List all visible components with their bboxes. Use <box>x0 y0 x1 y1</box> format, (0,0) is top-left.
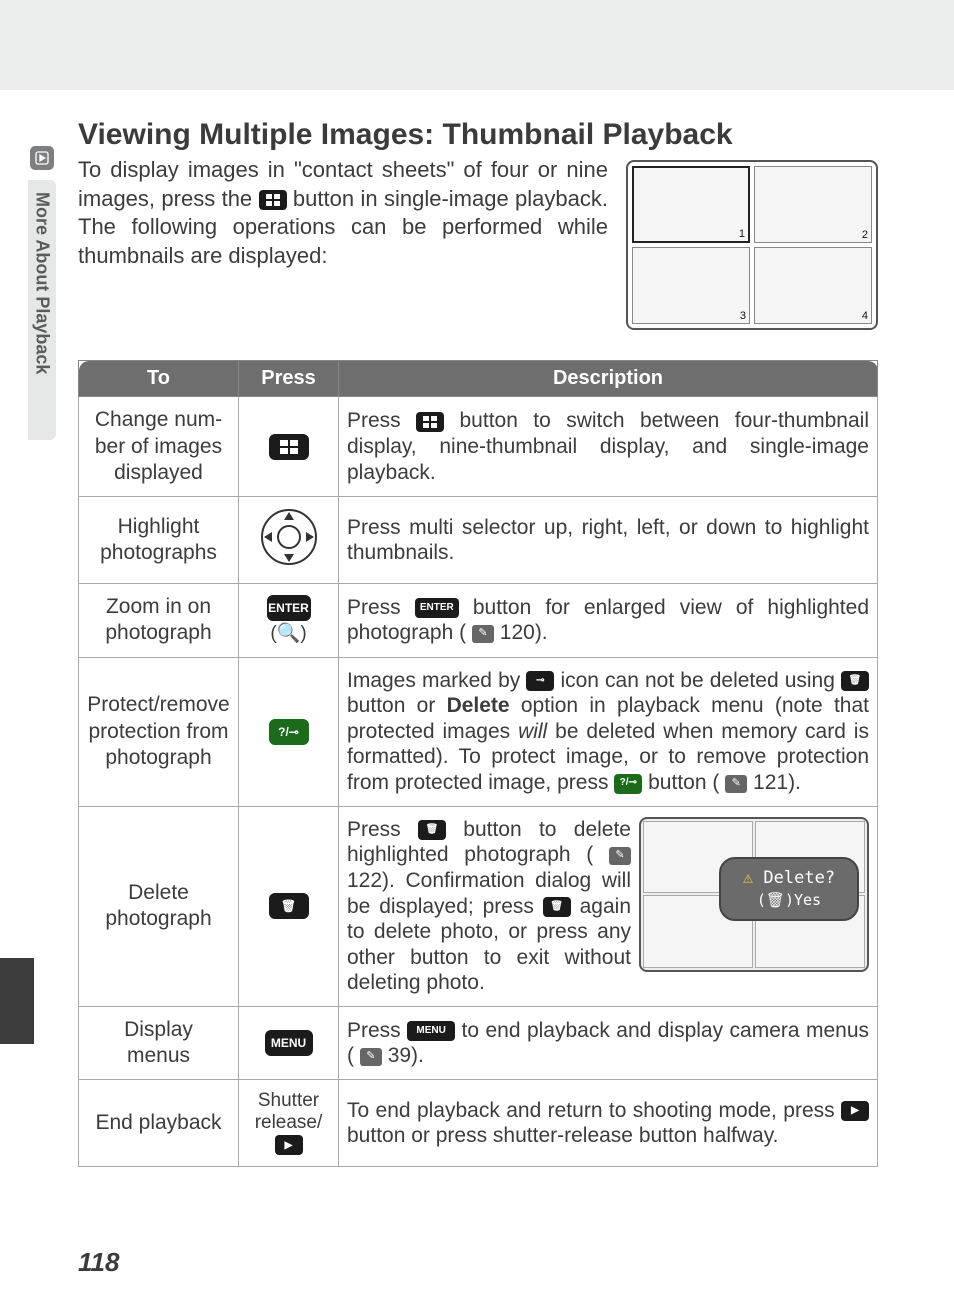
enter-button-icon: ENTER <box>415 598 459 618</box>
to-text: Protect/remove protection from photograp… <box>87 693 229 769</box>
table-row: Protect/remove protection from photograp… <box>79 657 878 806</box>
thumb-cell: 3 <box>632 247 750 324</box>
to-cell: Change num- ber of images displayed <box>79 397 239 497</box>
to-text: Change num- ber of images displayed <box>95 408 222 484</box>
thumbnail-preview: 1 2 3 4 <box>626 160 878 330</box>
desc-cell: Press ENTER button for enlarged view of … <box>339 584 878 658</box>
delete-confirm-bubble: ⚠ Delete? (🗑)Yes <box>719 857 859 921</box>
table-row: End playback Shutter release/ ▶ To end p… <box>79 1080 878 1167</box>
page-ref-icon: ✎ <box>360 1048 382 1066</box>
trash-button-icon: 🗑 <box>269 893 309 919</box>
side-tab: More About Playback <box>28 180 56 440</box>
press-cell <box>239 397 339 497</box>
zoom-icon: (🔍) <box>270 623 306 644</box>
desc-cell: To end playback and return to shooting m… <box>339 1080 878 1167</box>
desc-cell: Press multi selector up, right, left, or… <box>339 497 878 584</box>
desc-text: icon can not be deleted using <box>560 669 841 692</box>
table-header-row: To Press Description <box>79 361 878 397</box>
press-cell <box>239 497 339 584</box>
to-cell: Display menus <box>79 1006 239 1080</box>
desc-italic: will <box>518 720 547 743</box>
menu-button-icon: MENU <box>265 1030 313 1056</box>
to-cell: Highlight photographs <box>79 497 239 584</box>
press-cell: Shutter release/ ▶ <box>239 1080 339 1167</box>
desc-text: Images marked by <box>347 669 526 692</box>
page-title: Viewing Multiple Images: Thumbnail Playb… <box>78 118 878 152</box>
delete-dialog-preview: ⚠ Delete? (🗑)Yes <box>639 817 869 972</box>
playback-button-icon: ▶ <box>275 1135 303 1155</box>
bubble-line1: Delete? <box>763 868 835 888</box>
protect-button-icon: ?/⊸ <box>614 774 642 794</box>
trash-icon: 🗑 <box>543 897 571 917</box>
thumb-cell: 4 <box>754 247 872 324</box>
page-ref-icon: ✎ <box>472 625 494 643</box>
table-row: Highlight photographs Press multi select… <box>79 497 878 584</box>
col-press: Press <box>239 361 339 397</box>
page-number: 118 <box>78 1247 119 1278</box>
thumbnail-button-icon <box>269 434 309 460</box>
intro-paragraph: To display images in "contact sheets" of… <box>78 156 608 270</box>
desc-text: Press <box>347 818 418 841</box>
bubble-line2: Yes <box>794 891 821 909</box>
table-row: Change num- ber of images displayed Pres… <box>79 397 878 497</box>
to-text: Zoom in on photograph <box>105 595 211 644</box>
side-tab-label: More About Playback <box>32 192 53 374</box>
desc-text: Press multi selector up, right, left, or… <box>347 516 869 565</box>
playback-mode-icon <box>30 146 54 170</box>
desc-bold: Delete <box>447 694 510 717</box>
thumb-cell: 1 <box>632 166 750 243</box>
operations-table: To Press Description Change num- ber of … <box>78 360 878 1167</box>
thumbnail-button-icon <box>416 412 444 432</box>
desc-cell: ⚠ Delete? (🗑)Yes Press 🗑 button to delet… <box>339 806 878 1006</box>
edge-marker <box>0 958 34 1044</box>
desc-text: button or <box>347 694 447 717</box>
enter-button-icon: ENTER <box>267 595 311 621</box>
desc-text: To end playback and return to shooting m… <box>347 1099 841 1122</box>
press-cell: 🗑 <box>239 806 339 1006</box>
to-text: Display menus <box>124 1018 193 1067</box>
desc-text: button ( <box>648 771 719 794</box>
trash-icon: 🗑 <box>418 820 446 840</box>
desc-text: 120). <box>500 621 548 644</box>
desc-text: 121). <box>753 771 801 794</box>
thumbnail-button-icon <box>259 190 287 210</box>
desc-cell: Press MENU to end playback and display c… <box>339 1006 878 1080</box>
table-row: Zoom in on photograph ENTER (🔍) Press EN… <box>79 584 878 658</box>
to-text: End playback <box>95 1111 221 1134</box>
page-ref-icon: ✎ <box>725 775 747 793</box>
to-cell: Zoom in on photograph <box>79 584 239 658</box>
desc-cell: Images marked by ⊸ icon can not be delet… <box>339 657 878 806</box>
press-text: Shutter release/ <box>247 1090 330 1134</box>
desc-text: 39). <box>388 1044 424 1067</box>
key-icon: ⊸ <box>526 671 554 691</box>
desc-cell: Press button to switch between four-thum… <box>339 397 878 497</box>
desc-text: Press <box>347 596 415 619</box>
menu-button-icon: MENU <box>407 1021 455 1041</box>
to-text: Delete photograph <box>105 881 211 930</box>
table-row: Delete photograph 🗑 ⚠ Delete? (🗑)Yes Pre… <box>79 806 878 1006</box>
desc-text: Press <box>347 1019 407 1042</box>
desc-text: button or press shutter-release button h… <box>347 1124 779 1147</box>
press-cell: ENTER (🔍) <box>239 584 339 658</box>
page-content: Viewing Multiple Images: Thumbnail Playb… <box>78 118 878 1167</box>
trash-icon: 🗑 <box>841 671 869 691</box>
desc-text: Press <box>347 409 416 432</box>
to-cell: Protect/remove protection from photograp… <box>79 657 239 806</box>
table-row: Display menus MENU Press MENU to end pla… <box>79 1006 878 1080</box>
to-cell: Delete photograph <box>79 806 239 1006</box>
to-text: Highlight photographs <box>100 515 217 564</box>
press-cell: ?/⊸ <box>239 657 339 806</box>
press-cell: MENU <box>239 1006 339 1080</box>
page-ref-icon: ✎ <box>609 847 631 865</box>
to-cell: End playback <box>79 1080 239 1167</box>
multi-selector-icon <box>259 507 319 567</box>
col-description: Description <box>339 361 878 397</box>
col-to: To <box>79 361 239 397</box>
thumb-cell: 2 <box>754 166 872 243</box>
protect-button-icon: ?/⊸ <box>269 719 309 745</box>
playback-button-icon: ▶ <box>841 1101 869 1121</box>
top-band <box>0 0 954 90</box>
